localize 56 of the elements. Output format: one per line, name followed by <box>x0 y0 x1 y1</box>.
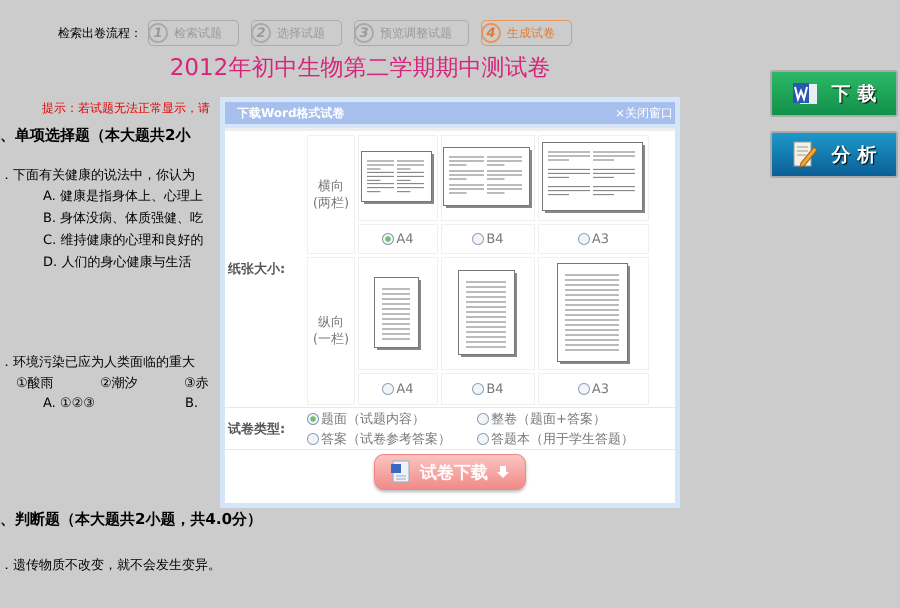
radio-button[interactable] <box>578 383 590 395</box>
paper-size-label: A3 <box>592 232 610 246</box>
document-icon <box>792 82 818 106</box>
paper-size-label: A4 <box>396 382 414 396</box>
download-button[interactable]: 下 载 <box>770 70 898 117</box>
paper-type-option: 答案（试卷参考答案） <box>321 430 451 448</box>
one-column-page-icon <box>556 262 630 364</box>
two-column-page-icon <box>443 147 533 209</box>
section-heading: 、判断题（本大题共2小题，共4.0分） <box>0 510 262 530</box>
dialog-title: 下载Word格式试卷 <box>237 104 345 122</box>
paper-size-label: 纸张大小: <box>226 261 286 278</box>
process-step[interactable]: 4 生成试卷 <box>481 20 572 46</box>
question-text: ．遗传物质不改变，就不会发生变异。 <box>0 557 221 575</box>
exam-title: 2012年初中生物第二学期期中测试卷 <box>168 54 552 83</box>
paper-size-label: A3 <box>592 382 610 396</box>
paper-size-label: A4 <box>396 232 414 246</box>
radio-button[interactable] <box>472 233 484 245</box>
radio-button[interactable] <box>382 233 394 245</box>
one-column-page-icon <box>458 270 518 358</box>
paper-type-label: 试卷类型: <box>226 420 286 438</box>
orientation-label: 纵向 (一栏) <box>312 314 350 348</box>
radio-button[interactable] <box>307 412 319 424</box>
paper-type-option: 整卷（题面+答案） <box>491 410 606 428</box>
item-text: ③赤 <box>184 375 210 393</box>
answer-option: D. 人们的身心健康与生活 <box>0 253 192 275</box>
answer-option: B. 身体没病、体质强健、吃 <box>0 209 204 231</box>
close-link[interactable]: ×关闭窗口 <box>614 104 673 122</box>
answer-option: A. 健康是指身体上、心理上 <box>0 187 203 209</box>
two-column-page-icon <box>361 151 435 205</box>
radio-button[interactable] <box>578 233 590 245</box>
document-icon <box>390 460 412 484</box>
radio-button[interactable] <box>472 383 484 395</box>
two-column-page-icon <box>542 142 646 214</box>
analyze-button[interactable]: 分 析 <box>770 131 898 178</box>
paper-type-option: 题面（试题内容） <box>321 410 425 428</box>
radio-button[interactable] <box>307 432 319 444</box>
item-text: ①酸雨 <box>16 375 55 393</box>
section-heading: 、单项选择题（本大题共2小 <box>0 126 190 146</box>
radio-button[interactable] <box>382 383 394 395</box>
answer-option: C. 维持健康的心理和良好的 <box>0 231 204 253</box>
question-text: ．下面有关健康的说法中，你认为 <box>0 167 195 185</box>
answer-option: A. ①②③ <box>43 396 185 418</box>
paper-size-label: B4 <box>486 232 504 246</box>
orientation-label: 横向 (两栏) <box>312 178 350 212</box>
down-arrow-icon <box>496 465 510 479</box>
notepad-pencil-icon <box>792 140 818 168</box>
paper-size-label: B4 <box>486 382 504 396</box>
radio-button[interactable] <box>477 432 489 444</box>
paper-type-option: 答题本（用于学生答题） <box>491 430 634 448</box>
tip-text: 提示：若试题无法正常显示，请 <box>41 100 210 117</box>
download-exam-button[interactable]: 试卷下载 <box>374 454 526 490</box>
radio-button[interactable] <box>477 412 489 424</box>
process-label: 检索出卷流程： <box>58 24 142 42</box>
question-text: ．环境污染已应为人类面临的重大 <box>0 354 195 372</box>
item-text: ②潮汐 <box>100 375 139 393</box>
one-column-page-icon <box>374 276 422 350</box>
